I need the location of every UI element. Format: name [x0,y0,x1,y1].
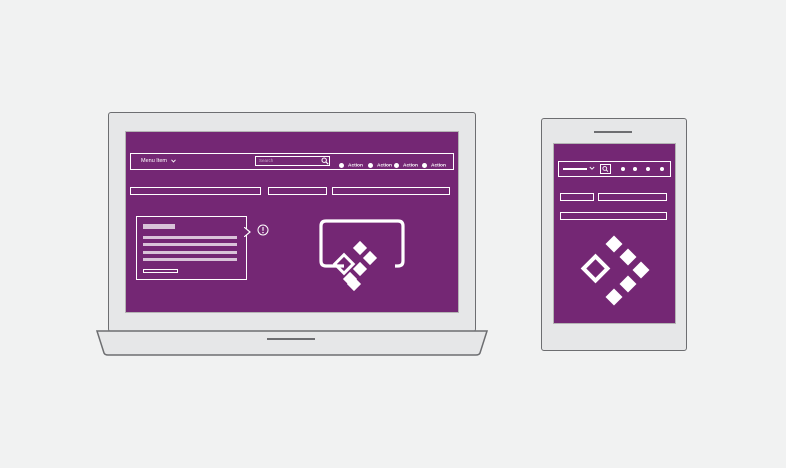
card-text-line [143,243,237,246]
search-icon[interactable] [321,157,329,165]
card-text-line [143,258,237,261]
tablet-menu-item[interactable] [563,168,587,170]
card-text-line [143,251,237,254]
tablet-action-dot[interactable] [660,167,664,171]
nav-action-3[interactable]: Action [394,157,418,169]
info-icon[interactable] [257,224,269,236]
tablet-speaker [594,131,632,133]
search-icon[interactable] [600,164,611,174]
chevron-down-icon [170,159,176,163]
action-label: Action [377,163,392,169]
placeholder-tab-1[interactable] [130,187,261,195]
placeholder-tab-3[interactable] [332,187,450,195]
action-label: Action [431,163,446,169]
action-label: Action [403,163,418,169]
nav-action-2[interactable]: Action [368,157,392,169]
search-placeholder: Search [259,158,274,163]
card-pointer [244,227,251,237]
card-heading-line [143,224,175,229]
tablet-action-dot[interactable] [621,167,625,171]
tablet-action-dot[interactable] [646,167,650,171]
card-text-line [143,236,237,239]
action-label: Action [348,163,363,169]
placeholder-tab-2[interactable] [268,187,327,195]
menu-item-label: Menu Item [141,158,167,164]
tablet-placeholder-tab-2[interactable] [598,193,667,201]
tablet-action-dot[interactable] [633,167,637,171]
nav-action-1[interactable]: Action [339,157,363,169]
card-link-bar[interactable] [143,269,178,273]
laptop-base [96,330,488,356]
tablet-placeholder-tab-1[interactable] [560,193,594,201]
laptop-trackpad-notch [267,338,315,340]
menu-item[interactable]: Menu Item [141,157,176,166]
nav-action-4[interactable]: Action [422,157,446,169]
chevron-down-icon [589,166,595,170]
tablet-placeholder-field[interactable] [560,212,667,220]
